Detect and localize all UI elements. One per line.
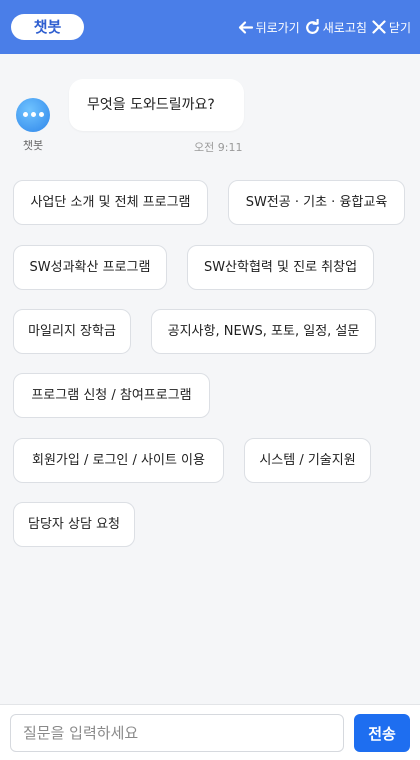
header-actions: 뒤로가기 새로고침 닫기 [237,15,411,39]
bot-name: 챗봇 [22,139,44,152]
send-button[interactable]: 전송 [354,714,410,752]
arrow-left-icon [237,19,254,36]
quick-reply-button[interactable]: 사업단 소개 및 전체 프로그램 [13,180,208,225]
quick-reply-button[interactable]: SW성과확산 프로그램 [13,245,167,290]
back-button[interactable]: 뒤로가기 [237,19,300,36]
refresh-label: 새로고침 [322,20,367,35]
quick-reply-button[interactable]: 프로그램 신청 / 참여프로그램 [13,373,210,418]
refresh-button[interactable]: 새로고침 [304,18,367,36]
quick-reply-button[interactable]: 마일리지 장학금 [13,309,131,354]
quick-reply-button[interactable]: 시스템 / 기술지원 [244,438,371,483]
chat-input-bar: 전송 [0,704,420,760]
close-button[interactable]: 닫기 [371,19,411,36]
close-icon [371,19,387,35]
back-label: 뒤로가기 [255,20,300,35]
chat-bubble-icon [16,98,50,132]
chat-header: 챗봇 뒤로가기 새로고침 닫기 [0,0,420,54]
message-timestamp: 오전 9:11 [194,141,243,154]
bot-message-bubble: 무엇을 도와드릴까요? [69,79,244,131]
quick-reply-button[interactable]: 공지사항, NEWS, 포토, 일정, 설문 [151,309,376,354]
close-label: 닫기 [388,20,411,35]
quick-reply-button[interactable]: SW전공 · 기초 · 융합교육 [228,180,405,225]
question-input[interactable] [10,714,344,752]
quick-reply-button[interactable]: 회원가입 / 로그인 / 사이트 이용 [13,438,224,483]
quick-reply-button[interactable]: 담당자 상담 요청 [13,502,135,547]
chatbot-logo: 챗봇 [11,14,84,40]
quick-reply-button[interactable]: SW산학협력 및 진로 취창업 [187,245,374,290]
refresh-icon [304,18,321,36]
